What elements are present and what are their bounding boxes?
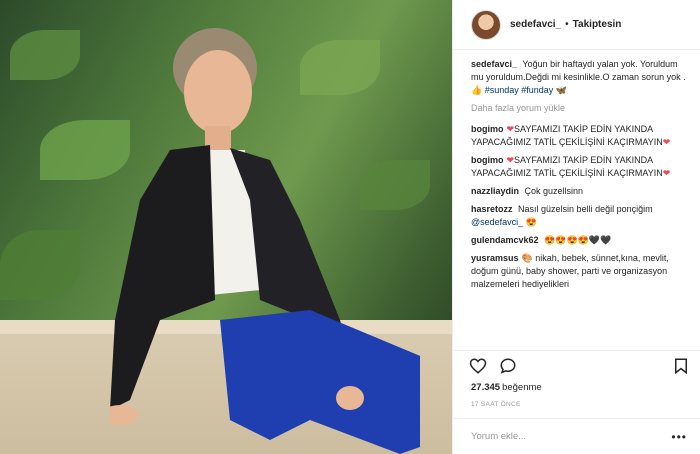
caption: sedefavci_ Yoğun bir haftaydı yalan yok.… — [471, 58, 689, 97]
caption-username[interactable]: sedefavci_ — [471, 59, 517, 69]
post-photo[interactable] — [0, 0, 452, 454]
person-figure — [110, 28, 420, 454]
load-more-comments[interactable]: Daha fazla yorum yükle — [471, 102, 689, 115]
post-header: sedefavci_ • Takiptesin — [453, 0, 700, 50]
comment-emoji: 🎨 — [521, 253, 533, 263]
heart-emoji: ❤ — [506, 124, 515, 134]
heart-eyes-emoji: 😍 — [525, 217, 537, 227]
heart-emoji: ❤ — [662, 137, 671, 147]
comment-item: bogimo ❤SAYFAMIZI TAKİP EDİN YAKINDA YAPA… — [471, 154, 689, 180]
heart-icon[interactable] — [469, 357, 487, 375]
comment-username[interactable]: bogimo — [471, 124, 504, 134]
butterfly-emoji: 🦋 — [555, 85, 568, 95]
comment-username[interactable]: hasretozz — [471, 204, 513, 214]
comment-item: nazzliaydin Çok guzellsinn — [471, 185, 689, 198]
likes-count[interactable]: 27.345 beğenme — [471, 382, 542, 393]
action-bar — [453, 350, 700, 376]
comment-text: Çok guzellsinn — [524, 186, 584, 196]
comment-input[interactable] — [471, 431, 661, 442]
hashtag-funday[interactable]: #funday — [521, 85, 553, 95]
header-separator: • — [565, 19, 569, 30]
comment-item: bogimo ❤SAYFAMIZI TAKİP EDİN YAKINDA YAPA… — [471, 123, 689, 149]
bookmark-icon[interactable] — [672, 357, 690, 375]
comment-item: hasretozz Nasıl güzelsin belli değil pon… — [471, 203, 689, 229]
header-username[interactable]: sedefavci_ — [510, 19, 561, 30]
comment-username[interactable]: bogimo — [471, 155, 504, 165]
heart-emoji: ❤ — [506, 155, 515, 165]
comment-username[interactable]: gulendamcvk62 — [471, 235, 539, 245]
follow-status[interactable]: Takiptesin — [573, 19, 622, 30]
more-options-icon[interactable]: ••• — [671, 430, 687, 444]
comment-list[interactable]: sedefavci_ Yoğun bir haftaydı yalan yok.… — [453, 58, 700, 346]
post-timestamp[interactable]: 17 SAAT ÖNCE — [471, 401, 521, 408]
comment-item: yusramsus 🎨 nikah, bebek, sünnet,kına, me… — [471, 252, 689, 291]
hashtag-sunday[interactable]: #sunday — [485, 85, 519, 95]
comment-username[interactable]: nazzliaydin — [471, 186, 519, 196]
comment-mention[interactable]: @sedefavci_ — [471, 217, 523, 227]
heart-emoji: ❤ — [662, 168, 671, 178]
comment-text: Nasıl güzelsin belli değil ponçiğim — [518, 204, 653, 214]
comment-text: 😍😍😍😍🖤🖤 — [544, 235, 612, 245]
avatar[interactable] — [471, 9, 501, 40]
likes-label: beğenme — [502, 382, 542, 393]
likes-number: 27.345 — [471, 382, 501, 393]
post-sidebar: sedefavci_ • Takiptesin sedefavci_ Yoğun… — [452, 0, 700, 454]
comment-item: gulendamcvk62 😍😍😍😍🖤🖤 — [471, 234, 689, 247]
comment-icon[interactable] — [499, 357, 517, 375]
add-comment-bar: ••• — [453, 418, 700, 454]
foliage-leaf — [10, 30, 80, 80]
foliage-leaf — [0, 230, 80, 300]
comment-username[interactable]: yusramsus — [471, 253, 519, 263]
